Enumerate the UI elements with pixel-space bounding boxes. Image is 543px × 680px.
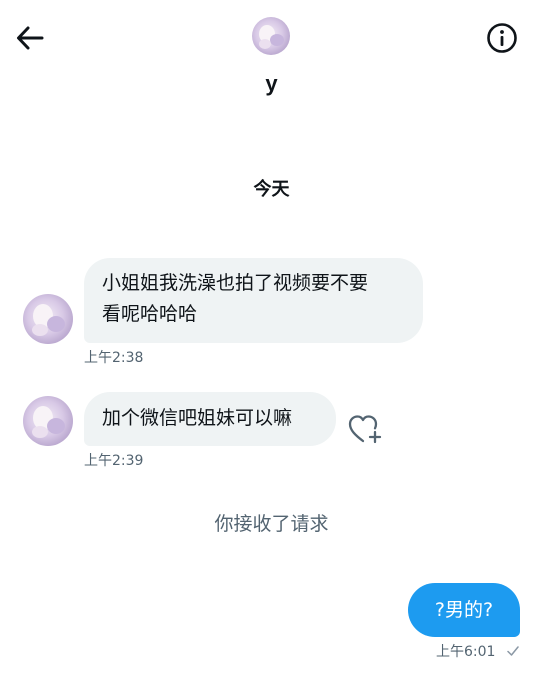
conversation-header: y <box>0 0 543 112</box>
contact-name[interactable]: y <box>0 70 543 98</box>
arrow-left-icon <box>17 26 44 50</box>
back-button[interactable] <box>14 22 46 54</box>
message-text: 加个微信吧姐妹可以嘛 <box>102 407 293 429</box>
message-text-line: 小姐姐我洗澡也拍了视频要不要 <box>102 272 369 294</box>
checkmark-icon <box>507 646 519 656</box>
message-bubble[interactable]: 加个微信吧姐妹可以嘛 <box>84 392 336 446</box>
sender-avatar[interactable] <box>23 396 73 446</box>
message-bubble-outgoing[interactable]: ?男的? <box>408 583 520 637</box>
info-button[interactable] <box>484 20 520 56</box>
react-button[interactable] <box>346 410 384 448</box>
info-icon <box>487 23 517 53</box>
message-bubble[interactable]: 小姐姐我洗澡也拍了视频要不要 看呢哈哈哈 <box>84 258 423 343</box>
system-message: 你接收了请求 <box>214 513 329 535</box>
message-timestamp: 上午6:01 <box>436 644 496 660</box>
message-timestamp: 上午2:39 <box>84 453 144 469</box>
heart-plus-icon <box>348 415 382 444</box>
message-text: ?男的? <box>434 599 494 621</box>
sender-avatar[interactable] <box>23 294 73 344</box>
message-text-line: 看呢哈哈哈 <box>102 303 198 325</box>
date-separator: 今天 <box>253 179 290 200</box>
message-timestamp: 上午2:38 <box>84 350 144 366</box>
contact-avatar[interactable] <box>252 17 290 55</box>
